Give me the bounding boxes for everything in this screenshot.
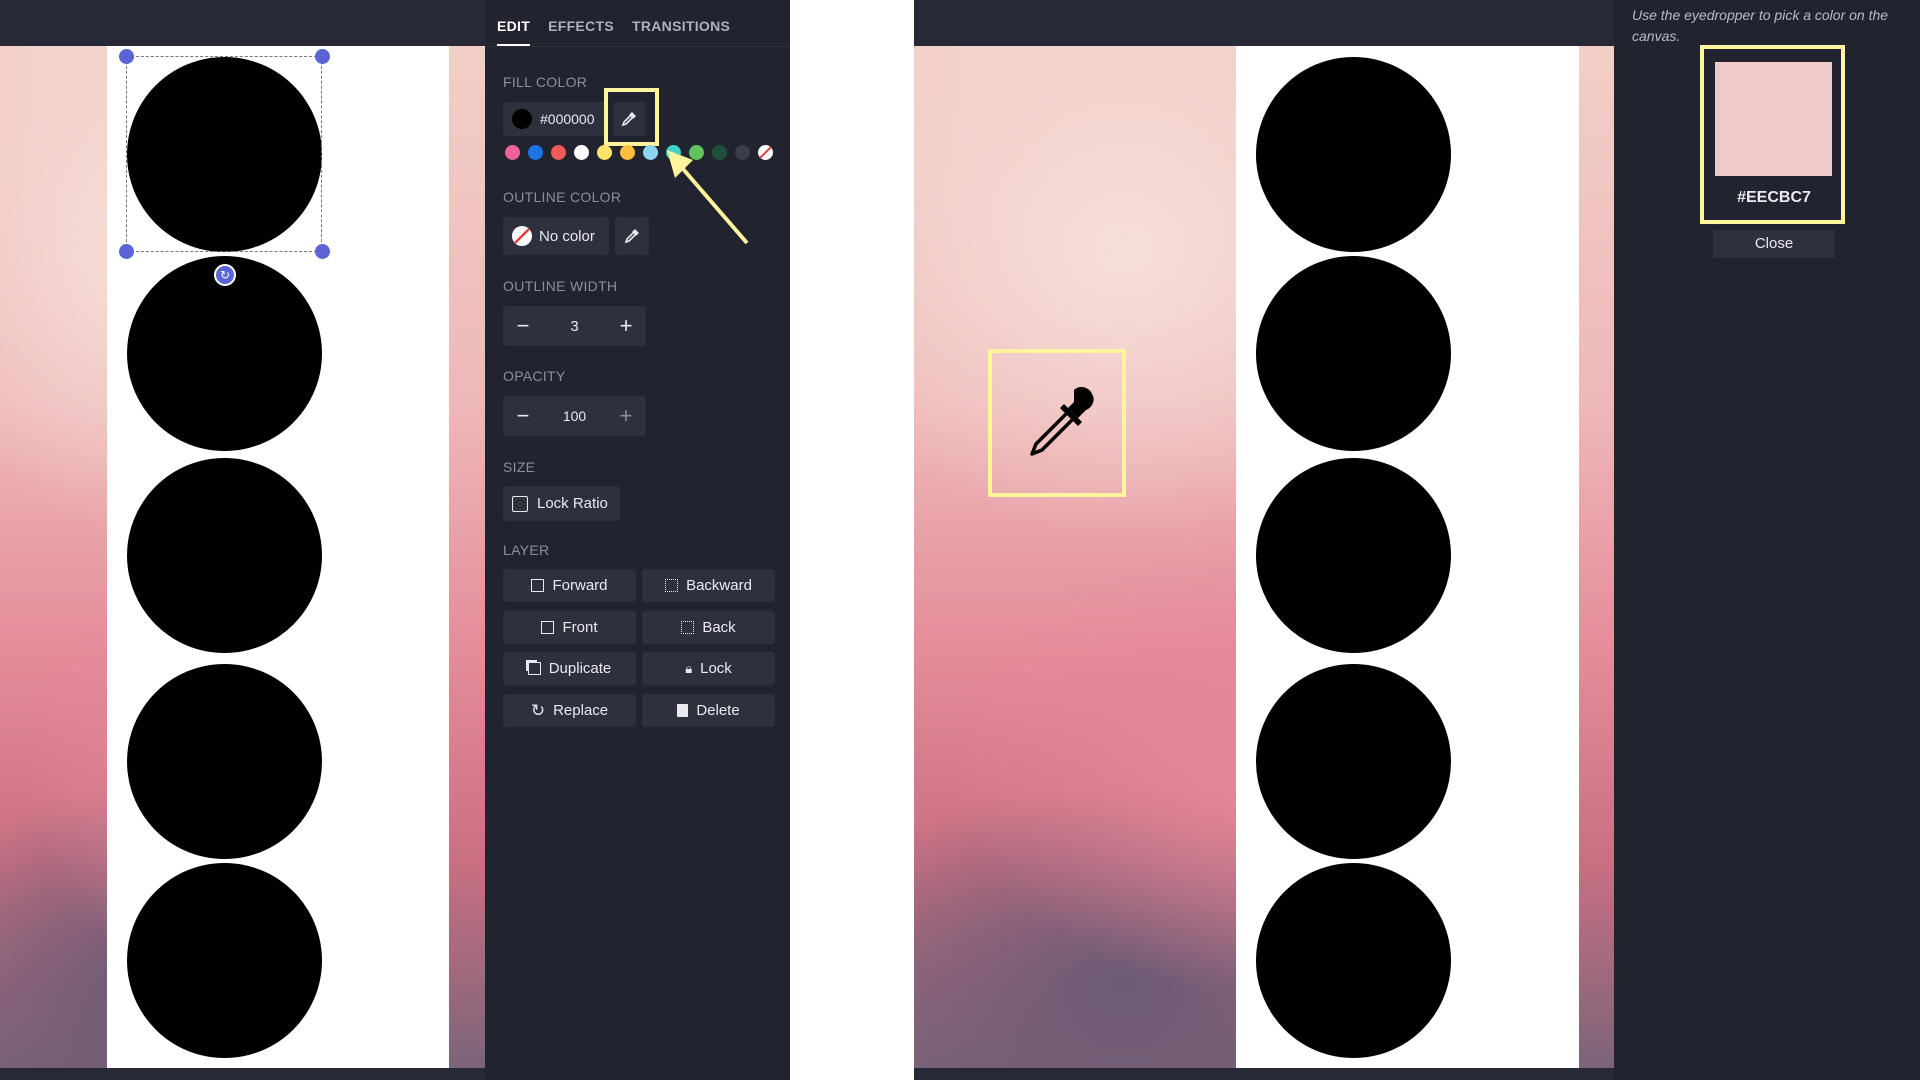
bring-forward-icon (531, 579, 545, 592)
lock-ratio-button[interactable]: Lock Ratio (503, 486, 620, 521)
opacity-stepper: − 100 + (503, 396, 646, 436)
delete-label: Delete (696, 702, 740, 719)
no-color-icon (759, 146, 772, 159)
duplicate-button[interactable]: Duplicate (503, 652, 636, 685)
replace-button[interactable]: ↻ Replace (503, 694, 636, 727)
color-picker-panel: Use the eyedropper to pick a color on th… (1614, 0, 1920, 1080)
outline-color-label: OUTLINE COLOR (503, 189, 622, 205)
edit-panel: EDIT EFFECTS TRANSITIONS FILL COLOR #000… (485, 0, 790, 1080)
tab-divider (485, 46, 790, 47)
minus-icon[interactable]: − (509, 313, 537, 339)
backward-button[interactable]: Backward (642, 569, 775, 602)
circle-shape[interactable] (1256, 863, 1451, 1058)
forward-button[interactable]: Forward (503, 569, 636, 602)
resize-handle-top-right[interactable] (315, 49, 330, 64)
circle-shape[interactable] (127, 664, 322, 859)
swatch-yellow[interactable] (597, 145, 612, 160)
opacity-value[interactable]: 100 (563, 408, 586, 424)
circle-shape[interactable] (1256, 664, 1451, 859)
front-button[interactable]: Front (503, 611, 636, 644)
rotate-handle[interactable]: ↻ (214, 264, 236, 286)
swatch-orange[interactable] (620, 145, 635, 160)
tab-effects[interactable]: EFFECTS (548, 18, 614, 47)
send-backward-icon (665, 579, 679, 592)
size-label: SIZE (503, 459, 536, 475)
opacity-label: OPACITY (503, 368, 566, 384)
lock-icon: 🔒︎ (685, 660, 693, 676)
layer-label: LAYER (503, 542, 550, 558)
swatch-white[interactable] (574, 145, 589, 160)
bring-to-front-icon (541, 621, 555, 634)
delete-button[interactable]: Delete (642, 694, 775, 727)
plus-icon[interactable]: + (612, 313, 640, 339)
forward-label: Forward (552, 577, 608, 594)
pointer-arrow (667, 150, 749, 245)
fill-color-label: FILL COLOR (503, 74, 588, 90)
swatch-no-color[interactable] (758, 145, 773, 160)
resize-handle-bottom-right[interactable] (315, 244, 330, 259)
lock-ratio-icon (512, 495, 528, 512)
plus-icon[interactable]: + (612, 403, 640, 429)
outline-eyedropper-button[interactable] (615, 217, 649, 255)
fill-color-swatch (512, 109, 532, 129)
duplicate-icon (527, 662, 541, 675)
resize-handle-top-left[interactable] (119, 49, 134, 64)
highlight-picked-color (1700, 45, 1845, 224)
fill-color-value: #000000 (540, 111, 595, 127)
back-button[interactable]: Back (642, 611, 775, 644)
back-label: Back (702, 619, 736, 636)
resize-handle-bottom-left[interactable] (119, 244, 134, 259)
highlight-eyedropper (604, 88, 659, 146)
trash-icon (677, 704, 689, 717)
outline-width-label: OUTLINE WIDTH (503, 278, 618, 294)
circle-shape[interactable] (127, 458, 322, 653)
circle-shape[interactable] (1256, 458, 1451, 653)
left-canvas[interactable]: ↻ (0, 0, 485, 1080)
outline-width-stepper: − 3 + (503, 306, 646, 346)
circle-shape[interactable] (1256, 256, 1451, 451)
swatch-red[interactable] (551, 145, 566, 160)
right-canvas[interactable] (914, 0, 1614, 1080)
outline-width-value[interactable]: 3 (570, 318, 578, 335)
close-button[interactable]: Close (1713, 230, 1835, 258)
eyedropper-cursor-icon (1030, 387, 1094, 456)
swatch-blue[interactable] (528, 145, 543, 160)
no-color-icon (512, 226, 532, 246)
swatch-light-blue[interactable] (643, 145, 658, 160)
eyedropper-hint: Use the eyedropper to pick a color on th… (1632, 7, 1889, 44)
divider-gap (790, 0, 914, 1080)
circle-shape[interactable] (1256, 57, 1451, 252)
front-label: Front (562, 619, 598, 636)
minus-icon[interactable]: − (509, 403, 537, 429)
outline-color-value: No color (539, 227, 595, 245)
duplicate-label: Duplicate (548, 660, 612, 677)
lock-label: Lock (700, 660, 732, 677)
eyedropper-icon (624, 229, 639, 244)
swatch-pink[interactable] (505, 145, 520, 160)
tab-transitions[interactable]: TRANSITIONS (632, 18, 730, 47)
replace-icon: ↻ (530, 700, 546, 720)
circle-shape[interactable] (127, 863, 322, 1058)
lock-ratio-label: Lock Ratio (537, 495, 608, 512)
tab-edit[interactable]: EDIT (497, 18, 531, 47)
selection-box (126, 56, 322, 252)
panel-tabs: EDIT EFFECTS TRANSITIONS (497, 18, 730, 47)
backward-label: Backward (686, 577, 752, 594)
lock-button[interactable]: 🔒︎ Lock (642, 652, 775, 685)
send-to-back-icon (681, 621, 695, 634)
fill-color-button[interactable]: #000000 (503, 102, 607, 136)
replace-label: Replace (553, 702, 609, 719)
outline-color-button[interactable]: No color (503, 217, 609, 255)
